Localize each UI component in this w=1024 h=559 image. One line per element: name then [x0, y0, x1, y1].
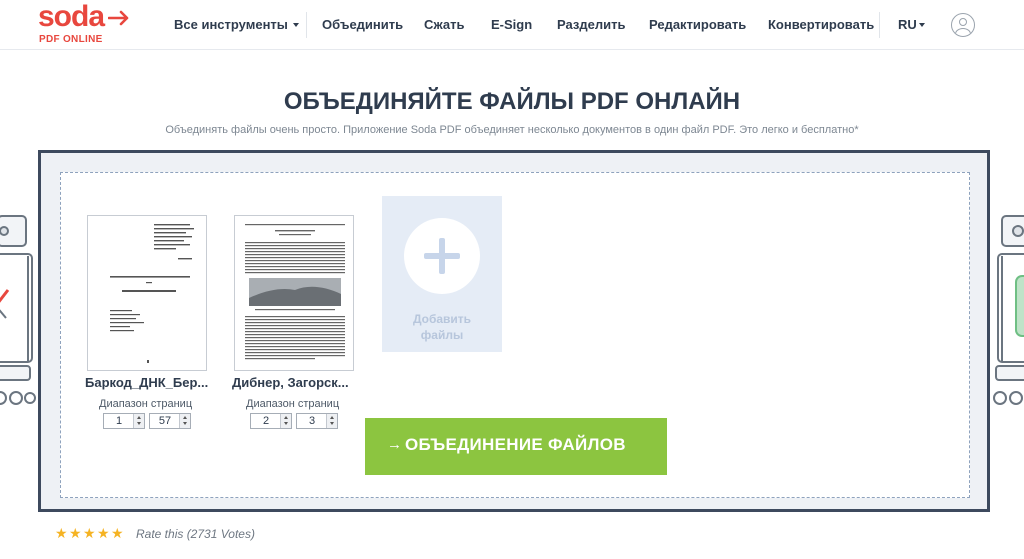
stepper-icon[interactable]: [133, 414, 144, 428]
file-name: Дибнер, Загорск...: [232, 375, 349, 390]
nav-merge[interactable]: Объединить: [322, 17, 403, 32]
page-range-from-value: 2: [262, 415, 270, 427]
page-range-to-value: 3: [308, 415, 316, 427]
nav-esign[interactable]: E-Sign: [491, 17, 532, 32]
merge-files-button[interactable]: → ОБЪЕДИНЕНИЕ ФАЙЛОВ: [365, 418, 667, 475]
soda-pdf-logo[interactable]: soda PDF ONLINE: [38, 0, 138, 46]
add-files-label-line2: файлы: [420, 328, 464, 342]
robot-illustration-right: [993, 215, 1024, 405]
arrow-up-icon: [284, 416, 288, 419]
star-icon[interactable]: ★: [83, 526, 96, 540]
arrow-up-icon: [183, 416, 187, 419]
nav-convert[interactable]: Конвертировать: [768, 17, 874, 32]
logo-word: soda: [38, 0, 105, 33]
language-label: RU: [898, 17, 917, 32]
page-range-from-input[interactable]: 1: [103, 413, 145, 429]
user-body-shape: [955, 28, 971, 36]
star-icon[interactable]: ★: [97, 526, 110, 540]
robot-illustration-left: [0, 215, 36, 405]
arrow-down-icon: [183, 422, 187, 425]
file-drop-zone[interactable]: Баркод_ДНК_Бер... Диапазон страниц 1 57: [60, 172, 970, 498]
star-icon[interactable]: ★: [69, 526, 82, 540]
nav-divider: [879, 12, 880, 38]
page-range-to-input[interactable]: 57: [149, 413, 191, 429]
page-range-to-value: 57: [158, 415, 172, 427]
merge-panel: Баркод_ДНК_Бер... Диапазон страниц 1 57: [38, 150, 990, 512]
rating-text: Rate this (2731 Votes): [136, 527, 255, 541]
arrow-up-icon: [137, 416, 141, 419]
chevron-down-icon: [918, 23, 925, 27]
stepper-icon[interactable]: [179, 414, 190, 428]
page-range-label: Диапазон страниц: [246, 398, 340, 410]
page-range-label: Диапазон страниц: [99, 398, 193, 410]
file-thumbnail[interactable]: [234, 215, 354, 371]
nav-all-tools-label: Все инструменты: [174, 17, 288, 32]
star-icon[interactable]: ★: [111, 526, 124, 540]
chevron-down-icon: [292, 23, 299, 27]
nav-split[interactable]: Разделить: [557, 17, 625, 32]
page-range-to-input[interactable]: 3: [296, 413, 338, 429]
add-files-button[interactable]: Добавить файлы: [382, 196, 502, 352]
arrow-up-icon: [330, 416, 334, 419]
page-subtitle: Объединять файлы очень просто. Приложени…: [165, 124, 859, 136]
stepper-icon[interactable]: [280, 414, 291, 428]
page-range-from-input[interactable]: 2: [250, 413, 292, 429]
nav-edit[interactable]: Редактировать: [649, 17, 746, 32]
merge-files-label: ОБЪЕДИНЕНИЕ ФАЙЛОВ: [405, 435, 626, 454]
document-page-preview: [245, 224, 345, 360]
nav-divider: [306, 12, 307, 38]
nav-compress[interactable]: Сжать: [424, 17, 465, 32]
arrow-down-icon: [330, 422, 334, 425]
file-name: Баркод_ДНК_Бер...: [85, 375, 209, 390]
logo-arrow-icon: [108, 10, 129, 26]
top-nav-bar: soda PDF ONLINE Все инструменты Объедини…: [0, 0, 1024, 50]
page-title: ОБЪЕДИНЯЙТЕ ФАЙЛЫ PDF ОНЛАЙН: [283, 88, 741, 115]
arrow-right-icon: →: [387, 436, 402, 453]
add-files-label: Добавить файлы: [382, 311, 502, 343]
star-icon[interactable]: ★: [55, 526, 68, 540]
file-thumbnail[interactable]: [87, 215, 207, 371]
plus-horizontal-bar: [424, 253, 460, 259]
user-head-shape: [959, 18, 967, 26]
page-range-from-value: 1: [115, 415, 123, 427]
add-files-label-line1: Добавить: [412, 312, 472, 326]
plus-icon: [404, 218, 480, 294]
document-page-preview: [110, 224, 194, 363]
logo-subtitle: PDF ONLINE: [39, 34, 103, 45]
stepper-icon[interactable]: [326, 414, 337, 428]
nav-all-tools[interactable]: Все инструменты: [174, 17, 299, 32]
user-account-icon[interactable]: [951, 13, 975, 37]
language-selector[interactable]: RU: [898, 17, 925, 32]
arrow-down-icon: [284, 422, 288, 425]
arrow-down-icon: [137, 422, 141, 425]
